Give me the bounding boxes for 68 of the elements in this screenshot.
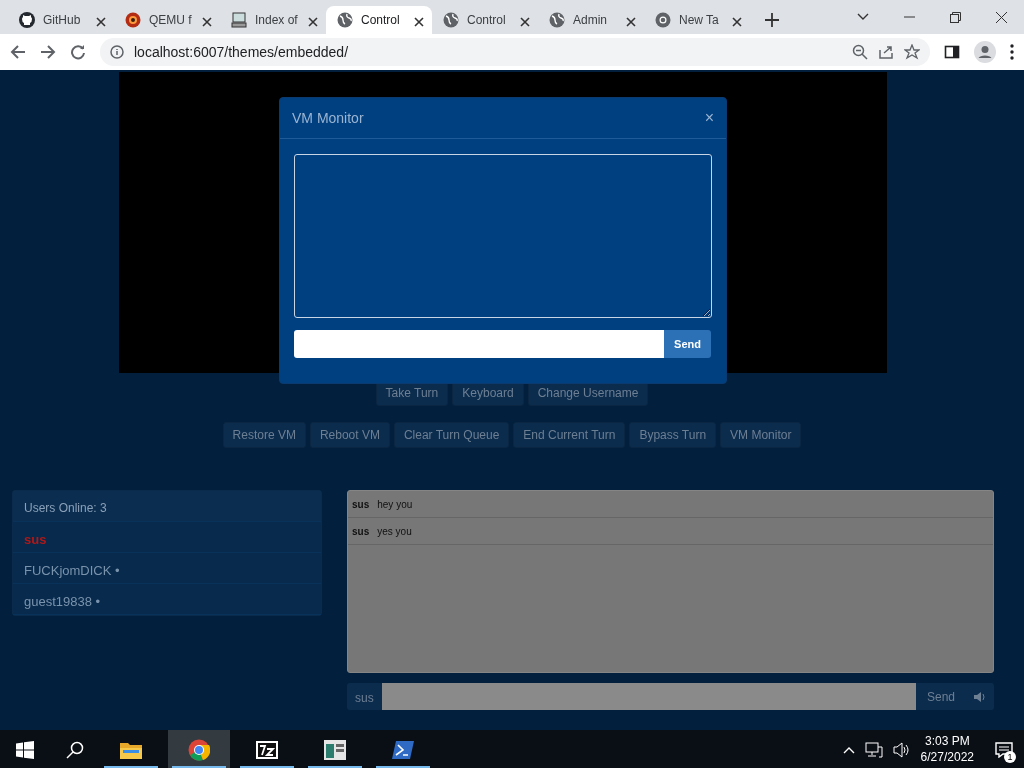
close-button[interactable]: × bbox=[704, 110, 714, 126]
cat-logo-icon bbox=[19, 12, 35, 28]
users-header: Users Online: 3 bbox=[13, 491, 321, 522]
user-entry[interactable]: FUCKjomDICK • bbox=[24, 563, 120, 578]
clock-date[interactable]: 6/27/2022 bbox=[920, 750, 974, 766]
info-icon[interactable] bbox=[110, 45, 124, 59]
chevron-up-icon[interactable] bbox=[842, 746, 855, 754]
message-author: sus bbox=[352, 498, 370, 512]
speaker-button[interactable] bbox=[966, 683, 994, 710]
globe-icon bbox=[549, 12, 565, 28]
browser-tab[interactable]: New Ta bbox=[644, 6, 750, 34]
speaker-icon bbox=[974, 691, 986, 702]
globe-icon bbox=[443, 12, 459, 28]
control-button[interactable]: Reboot VM bbox=[309, 422, 390, 448]
browser-tab[interactable]: GitHub bbox=[8, 6, 114, 34]
reload-icon[interactable] bbox=[70, 44, 86, 60]
dialog-title: VM Monitor bbox=[292, 108, 364, 128]
control-button[interactable]: Restore VM bbox=[222, 422, 306, 448]
volume-icon[interactable] bbox=[892, 742, 911, 758]
control-button[interactable]: End Current Turn bbox=[513, 422, 626, 448]
browser-tab[interactable]: Index of bbox=[220, 6, 326, 34]
browser-logo-icon[interactable] bbox=[188, 739, 210, 761]
url-text: localhost:6007/themes/embedded/ bbox=[134, 42, 349, 62]
taskbar-button[interactable] bbox=[168, 730, 230, 768]
back-icon[interactable] bbox=[10, 44, 26, 60]
user-entry[interactable]: guest19838 • bbox=[24, 594, 101, 609]
command-input[interactable] bbox=[294, 330, 665, 358]
round-logo-icon bbox=[125, 12, 141, 28]
restore-icon[interactable] bbox=[949, 11, 961, 23]
control-button[interactable]: VM Monitor bbox=[720, 422, 802, 448]
message-author: sus bbox=[352, 525, 370, 539]
app-window-icon[interactable] bbox=[324, 740, 346, 760]
browser-tab[interactable]: Control bbox=[432, 6, 538, 34]
forward-icon[interactable] bbox=[40, 44, 56, 60]
chat-input[interactable] bbox=[381, 683, 916, 710]
folder-icon[interactable] bbox=[120, 741, 142, 759]
message-text: yes you bbox=[377, 525, 412, 539]
send-button[interactable]: Send bbox=[664, 330, 711, 358]
share-icon[interactable] bbox=[878, 44, 894, 60]
terminal-icon[interactable] bbox=[392, 741, 414, 759]
address-bar[interactable]: localhost:6007/themes/embedded/ bbox=[100, 38, 930, 66]
username-label: sus bbox=[347, 683, 382, 710]
globe-icon bbox=[337, 12, 353, 28]
browser-tab[interactable]: Control bbox=[326, 6, 432, 34]
browser-logo-icon bbox=[655, 12, 671, 28]
new-tab-icon[interactable] bbox=[765, 13, 779, 27]
message-text: hey you bbox=[377, 498, 413, 512]
control-button[interactable]: Clear Turn Queue bbox=[393, 422, 510, 448]
browser-tab[interactable]: QEMU f bbox=[114, 6, 220, 34]
notification-icon[interactable] bbox=[995, 742, 1013, 758]
menu-icon[interactable] bbox=[1010, 44, 1014, 60]
chevron-down-icon[interactable] bbox=[857, 13, 869, 21]
close-icon[interactable] bbox=[995, 11, 1007, 23]
send-button[interactable]: Send bbox=[915, 683, 966, 710]
profile-icon[interactable] bbox=[974, 41, 996, 63]
control-button[interactable]: Bypass Turn bbox=[629, 422, 717, 448]
clock-time[interactable]: 3:03 PM bbox=[920, 734, 974, 750]
star-icon[interactable] bbox=[904, 44, 920, 60]
computer-icon bbox=[231, 12, 247, 28]
browser-tab[interactable]: Admin bbox=[538, 6, 644, 34]
windows-logo-icon[interactable] bbox=[16, 741, 34, 759]
search-icon[interactable] bbox=[66, 741, 84, 759]
zoom-out-icon[interactable] bbox=[852, 44, 868, 60]
minimize-icon[interactable] bbox=[903, 16, 915, 18]
notification-count: 1 bbox=[1004, 751, 1016, 763]
archive-app-icon[interactable] bbox=[256, 741, 278, 759]
side-panel-icon[interactable] bbox=[944, 44, 960, 60]
network-icon[interactable] bbox=[864, 742, 883, 758]
